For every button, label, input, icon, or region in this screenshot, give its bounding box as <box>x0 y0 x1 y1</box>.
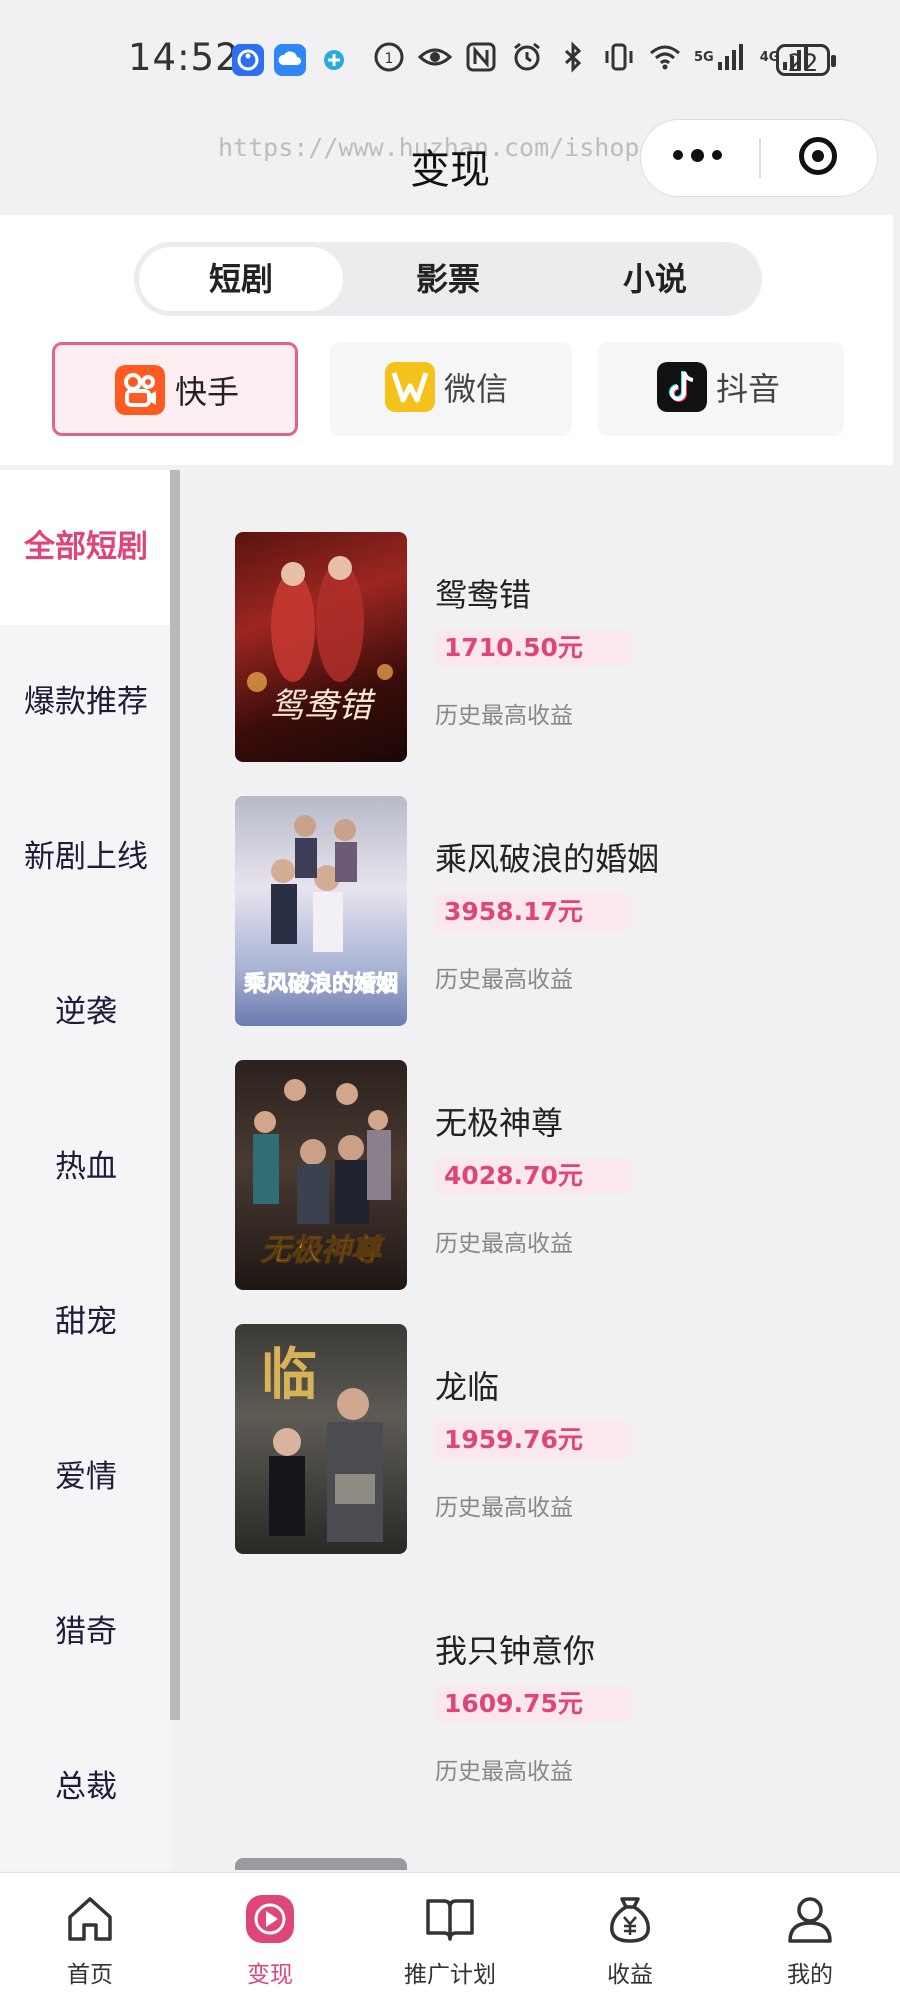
drama-title: 无极神尊 <box>435 1104 564 1142</box>
nav-earnings[interactable]: 收益 <box>540 1873 720 2001</box>
status-icons: 1 5G 4G <box>372 40 813 74</box>
signal-5g-label: 5G <box>694 49 714 65</box>
platform-label: 微信 <box>444 370 509 408</box>
platform-wechat[interactable]: 微信 <box>330 342 572 436</box>
sidebar-item-new[interactable]: 新剧上线 <box>0 780 172 935</box>
drama-price: 1710.50元 <box>435 630 631 666</box>
drama-price-note: 历史最高收益 <box>435 1495 573 1521</box>
status-time: 14:52 <box>128 36 240 79</box>
drama-title: 龙临 <box>435 1368 500 1406</box>
sidebar-item-sweet[interactable]: 甜宠 <box>0 1245 172 1400</box>
alarm-icon <box>514 42 540 71</box>
play-icon <box>246 1895 294 1943</box>
list-item[interactable]: 无极神尊 无极神尊 4028.70元 历史最高收益 <box>180 998 900 1290</box>
poster-title: 临 <box>261 1342 317 1408</box>
sidebar-item-curious[interactable]: 猎奇 <box>0 1555 172 1710</box>
sidebar-item-all[interactable]: 全部短剧 <box>0 470 172 625</box>
poster-title: 鸳鸯错 <box>270 686 376 726</box>
list-item[interactable]: 乘风破浪的婚姻 乘风破浪的婚姻 3958.17元 历史最高收益 <box>180 734 900 1026</box>
platform-label: 快手 <box>175 373 240 411</box>
wifi-icon <box>650 45 680 70</box>
user-icon <box>788 1897 832 1943</box>
category-segment: 短剧 影票 小说 <box>134 242 762 316</box>
svg-text:1: 1 <box>385 51 394 67</box>
drama-price: 3958.17元 <box>435 894 631 930</box>
drama-price-note: 历史最高收益 <box>435 967 573 993</box>
home-icon <box>68 1897 112 1941</box>
drama-price-note: 历史最高收益 <box>435 1231 573 1257</box>
nav-profile[interactable]: 我的 <box>720 1873 900 2001</box>
drama-title: 乘风破浪的婚姻 <box>435 840 660 878</box>
sidebar-item-action[interactable]: 热血 <box>0 1090 172 1245</box>
mini-program-capsule[interactable] <box>640 119 878 197</box>
poster-title: 乘风破浪的婚姻 <box>243 971 398 997</box>
platform-douyin[interactable]: 抖音 <box>598 342 844 436</box>
browser-icon <box>318 44 350 76</box>
signal-icon <box>717 44 743 70</box>
drama-price: 1609.75元 <box>435 1686 631 1722</box>
poster-image[interactable]: 乘风破浪的婚姻 <box>235 796 407 1026</box>
eye-icon <box>418 48 452 66</box>
money-bag-icon <box>610 1897 650 1943</box>
nav-label: 变现 <box>247 1962 293 1988</box>
drama-title: 鸳鸯错 <box>435 576 532 614</box>
nav-promotion-plan[interactable]: 推广计划 <box>360 1873 540 2001</box>
capsule-divider <box>759 138 761 178</box>
title-bar: https://www.huzhan.com/ishop46378 变现 <box>0 105 900 215</box>
list-item[interactable]: 临 龙临 1959.76元 历史最高收益 <box>180 1262 900 1554</box>
tab-novel[interactable]: 小说 <box>553 247 757 311</box>
nav-monetize[interactable]: 变现 <box>180 1873 360 2001</box>
drama-price-note: 历史最高收益 <box>435 1759 573 1785</box>
nav-home[interactable]: 首页 <box>0 1873 180 2001</box>
drama-price: 1959.76元 <box>435 1422 631 1458</box>
platform-label: 抖音 <box>716 370 781 408</box>
tab-movie-ticket[interactable]: 影票 <box>346 247 550 311</box>
battery-icon: 22 <box>776 44 836 77</box>
bottom-nav: 首页 变现 推广计划 收益 我的 <box>0 1872 900 2001</box>
cloud-icon <box>274 44 306 76</box>
poster-image[interactable]: 无极神尊 <box>235 1060 407 1290</box>
bluetooth-icon <box>564 41 582 73</box>
poster-image-partial[interactable] <box>235 1858 407 1870</box>
nav-label: 首页 <box>67 1962 113 1988</box>
vibrate-icon <box>605 43 633 71</box>
filter-section: 短剧 影票 小说 快手 微信 抖音 <box>0 215 893 465</box>
sidebar-item-romance[interactable]: 爱情 <box>0 1400 172 1555</box>
sidebar-item-comeback[interactable]: 逆袭 <box>0 935 172 1090</box>
genre-sidebar: 全部短剧 爆款推荐 新剧上线 逆袭 热血 甜宠 爱情 猎奇 总裁 <box>0 470 172 1870</box>
status-bar: 14:52 1 5G 4G 22 <box>0 0 900 120</box>
close-target-icon[interactable] <box>799 137 837 175</box>
wechat-logo-icon <box>385 362 435 412</box>
tab-short-drama[interactable]: 短剧 <box>139 247 343 311</box>
drama-price: 4028.70元 <box>435 1158 631 1194</box>
nav-label: 收益 <box>607 1962 653 1988</box>
nav-label: 推广计划 <box>404 1962 496 1988</box>
drama-title: 我只钟意你 <box>435 1632 596 1670</box>
douyin-logo-icon <box>657 362 707 412</box>
drama-price-note: 历史最高收益 <box>435 703 573 729</box>
list-item[interactable]: 我只钟意你 1609.75元 历史最高收益 <box>180 1526 900 1790</box>
poster-image[interactable]: 鸳鸯错 <box>235 532 407 762</box>
book-icon <box>426 1899 474 1941</box>
data-saver-icon: 1 <box>374 42 404 72</box>
nav-label: 我的 <box>787 1962 833 1988</box>
list-item[interactable]: 鸳鸯错 鸳鸯错 1710.50元 历史最高收益 <box>180 470 900 762</box>
poster-image[interactable]: 临 <box>235 1324 407 1554</box>
sidebar-item-hot[interactable]: 爆款推荐 <box>0 625 172 780</box>
accessibility-icon <box>232 44 264 76</box>
more-icon[interactable] <box>673 149 722 162</box>
sidebar-item-ceo[interactable]: 总裁 <box>0 1710 172 1865</box>
kuaishou-logo-icon <box>115 365 165 415</box>
platform-kuaishou[interactable]: 快手 <box>52 342 298 436</box>
drama-list: 鸳鸯错 鸳鸯错 1710.50元 历史最高收益 乘风破浪的婚姻 乘风破浪的婚姻 … <box>180 470 900 1870</box>
sidebar-scrollbar[interactable] <box>170 470 180 1720</box>
nfc-icon <box>466 42 496 72</box>
